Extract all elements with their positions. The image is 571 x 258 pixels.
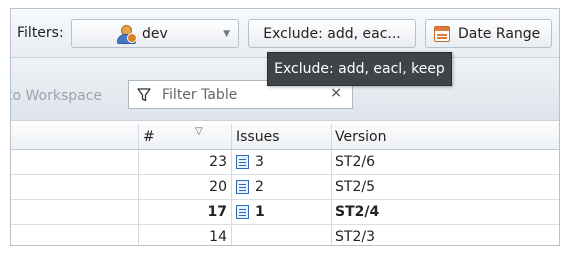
table-header: # ▽ Issues Version [11,124,559,150]
version-cell: ST2/3 [335,229,375,245]
version-cell: ST2/4 [335,204,380,220]
column-header-version[interactable]: Version [332,124,559,149]
issues-cell [232,225,332,245]
report-panel: Filters: dev ▼ Exclude: add, eac... Date… [10,8,560,246]
count-cell: 20 [139,175,232,199]
filters-label: Filters: [17,25,64,41]
column-header-count[interactable]: # ▽ [139,124,232,149]
column-header-blank[interactable] [11,124,139,149]
table-row[interactable]: 20 2 ST2/5 [11,175,559,200]
table-row[interactable]: 23 3 ST2/6 [11,150,559,175]
sort-descending-icon: ▽ [195,126,203,137]
row-cell-blank [11,150,139,174]
add-to-workspace-link[interactable]: to Workspace [11,88,102,104]
versions-table: # ▽ Issues Version 23 3 ST2/6 20 2 ST2/5 [11,124,559,245]
issues-cell: 1 [232,200,332,224]
user-filter-dropdown[interactable]: dev ▼ [71,19,239,48]
chevron-down-icon: ▼ [223,29,230,39]
date-range-label: Date Range [458,25,541,42]
column-header-issues[interactable]: Issues [232,124,332,149]
user-filter-label: dev [142,25,168,42]
issues-count[interactable]: 1 [255,204,265,220]
exclude-tooltip-text: Exclude: add, eacl, keep [274,61,445,77]
version-cell: ST2/6 [335,154,375,170]
issue-list-icon [236,180,249,194]
calendar-icon [434,25,450,42]
issues-count[interactable]: 2 [255,179,264,195]
issue-list-icon [236,155,249,169]
exclude-button-label: Exclude: add, eac... [263,25,401,42]
table-row[interactable]: 17 1 ST2/4 [11,200,559,225]
user-group-icon [116,24,137,44]
filter-funnel-icon [137,87,151,101]
row-cell-blank [11,225,139,245]
filter-toolbar: Filters: dev ▼ Exclude: add, eac... Date… [11,9,559,58]
version-cell: ST2/5 [335,179,375,195]
column-header-count-label: # [143,128,155,145]
clear-filter-icon[interactable]: × [330,85,342,101]
exclude-button[interactable]: Exclude: add, eac... [248,19,416,48]
count-cell: 17 [139,200,232,224]
count-cell: 23 [139,150,232,174]
filter-table-input[interactable] [160,85,324,104]
issues-cell: 3 [232,150,332,174]
date-range-button[interactable]: Date Range [425,19,552,48]
row-cell-blank [11,175,139,199]
issues-count[interactable]: 3 [255,154,264,170]
issues-cell: 2 [232,175,332,199]
table-row[interactable]: 14 ST2/3 [11,225,559,245]
row-cell-blank [11,200,139,224]
issue-list-icon [236,205,249,219]
count-cell: 14 [139,225,232,245]
exclude-tooltip: Exclude: add, eacl, keep [267,52,452,86]
